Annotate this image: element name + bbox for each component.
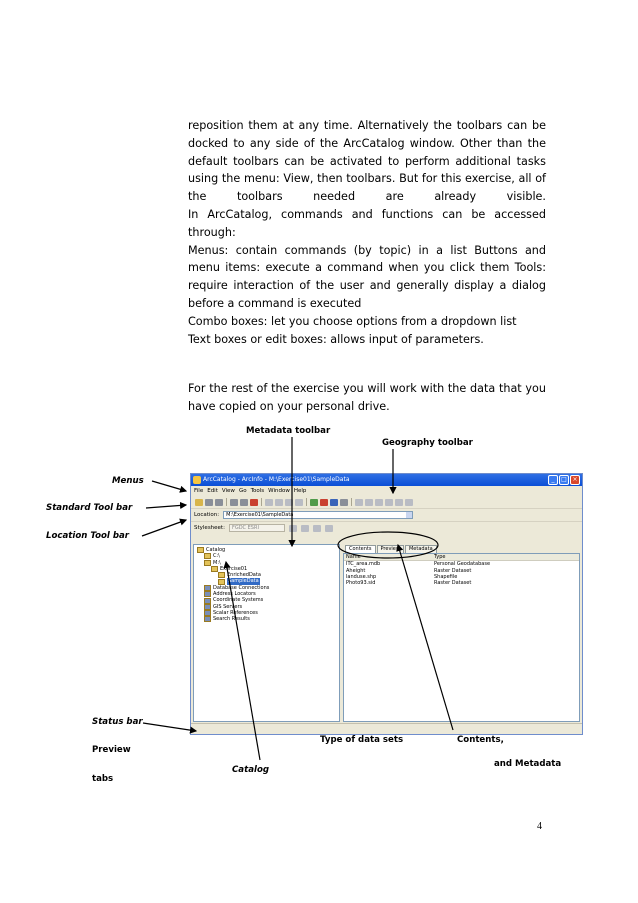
arrow-catalog [223, 560, 261, 761]
arrow-status-bar [142, 722, 198, 734]
arrow-contents [396, 543, 454, 731]
page-number: 4 [537, 821, 542, 832]
arrow-menus [151, 480, 188, 493]
tabs-highlight-ellipse [337, 531, 439, 559]
callout-arrows [141, 437, 454, 761]
arrow-location-toolbar [141, 518, 188, 537]
arrow-standard-toolbar [145, 501, 188, 510]
